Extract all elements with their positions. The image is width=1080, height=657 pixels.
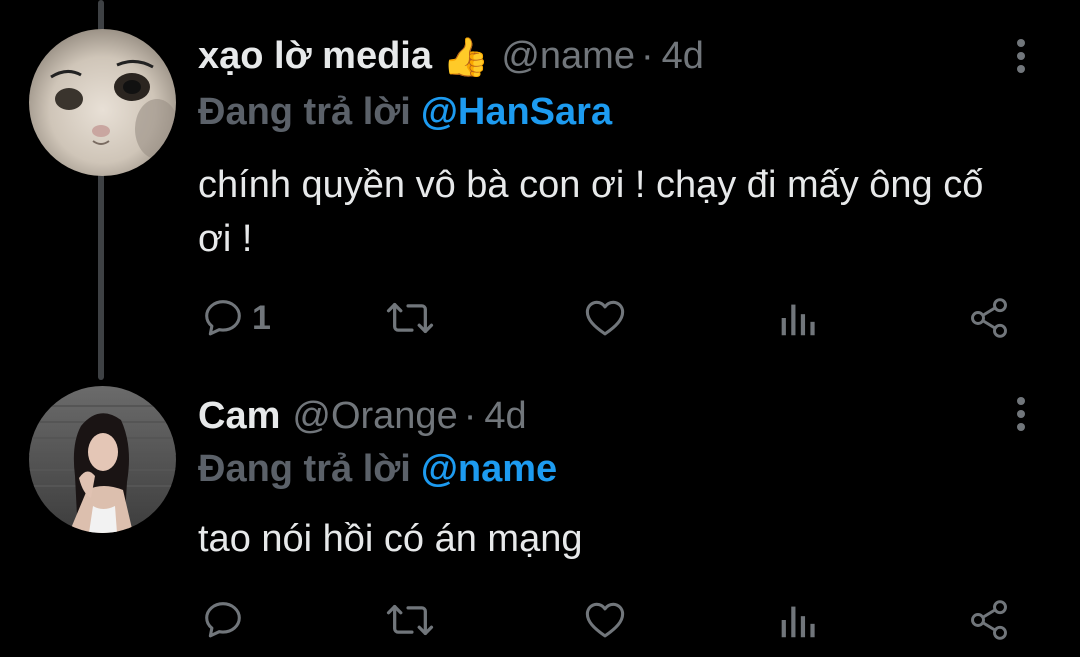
reply-button[interactable] [200,595,252,645]
more-options-icon[interactable] [1005,397,1037,431]
retweet-button[interactable] [385,293,435,343]
display-name[interactable]: xạo lờ media [198,35,432,77]
share-nodes-icon [971,298,1007,338]
replying-to: Đang trả lời @HanSara [198,90,612,134]
tweet-text: tao nói hồi có án mạng [198,518,583,560]
tweet-header: Cam @Orange · 4d [198,394,527,438]
display-name[interactable]: Cam [198,395,280,437]
tweet-header: xạo lờ media 👍 @name · 4d [198,34,704,80]
speech-bubble-icon [205,602,241,638]
retweet-arrows-icon [386,302,434,334]
reply-count: 1 [252,298,271,337]
girl-avatar-image [29,386,176,533]
user-handle[interactable]: @name [501,35,635,77]
share-button[interactable] [967,595,1011,645]
avatar[interactable] [29,386,176,533]
speech-bubble-icon [205,300,241,336]
tweet-actions [0,595,1080,645]
reply-mention-link[interactable]: @HanSara [421,91,612,133]
replying-to: Đang trả lời @name [198,447,557,491]
like-button[interactable] [582,293,628,343]
share-button[interactable] [967,293,1011,343]
cat-avatar-image [29,29,176,176]
views-button[interactable] [777,293,817,343]
timestamp[interactable]: 4d [484,395,526,437]
thumbs-up-emoji: 👍 [442,37,490,79]
bar-chart-icon [781,304,815,336]
heart-icon [585,300,625,336]
retweet-button[interactable] [385,595,435,645]
tweet[interactable]: xạo lờ media 👍 @name · 4d Đang trả lời @HanSa… [0,0,1080,362]
like-button[interactable] [582,595,628,645]
avatar[interactable] [29,29,176,176]
replying-to-label: Đang trả lời [198,91,411,133]
heart-icon [585,602,625,638]
replying-to-label: Đang trả lời [198,448,411,490]
separator-dot: · [640,35,654,77]
retweet-arrows-icon [386,604,434,636]
tweet-text: chính quyền vô bà con ơi ! chạy đi mấy ô… [198,164,984,260]
bar-chart-icon [781,606,815,638]
separator-dot: · [463,395,477,437]
tweet[interactable]: Cam @Orange · 4d Đang trả lời @name tao nói … [0,362,1080,657]
share-nodes-icon [971,600,1007,640]
views-button[interactable] [777,595,817,645]
reply-mention-link[interactable]: @name [421,448,557,490]
more-options-icon[interactable] [1005,39,1037,73]
timestamp[interactable]: 4d [662,35,704,77]
user-handle[interactable]: @Orange [292,395,457,437]
tweet-actions: 1 [0,293,1080,343]
reply-button[interactable]: 1 [200,293,271,343]
